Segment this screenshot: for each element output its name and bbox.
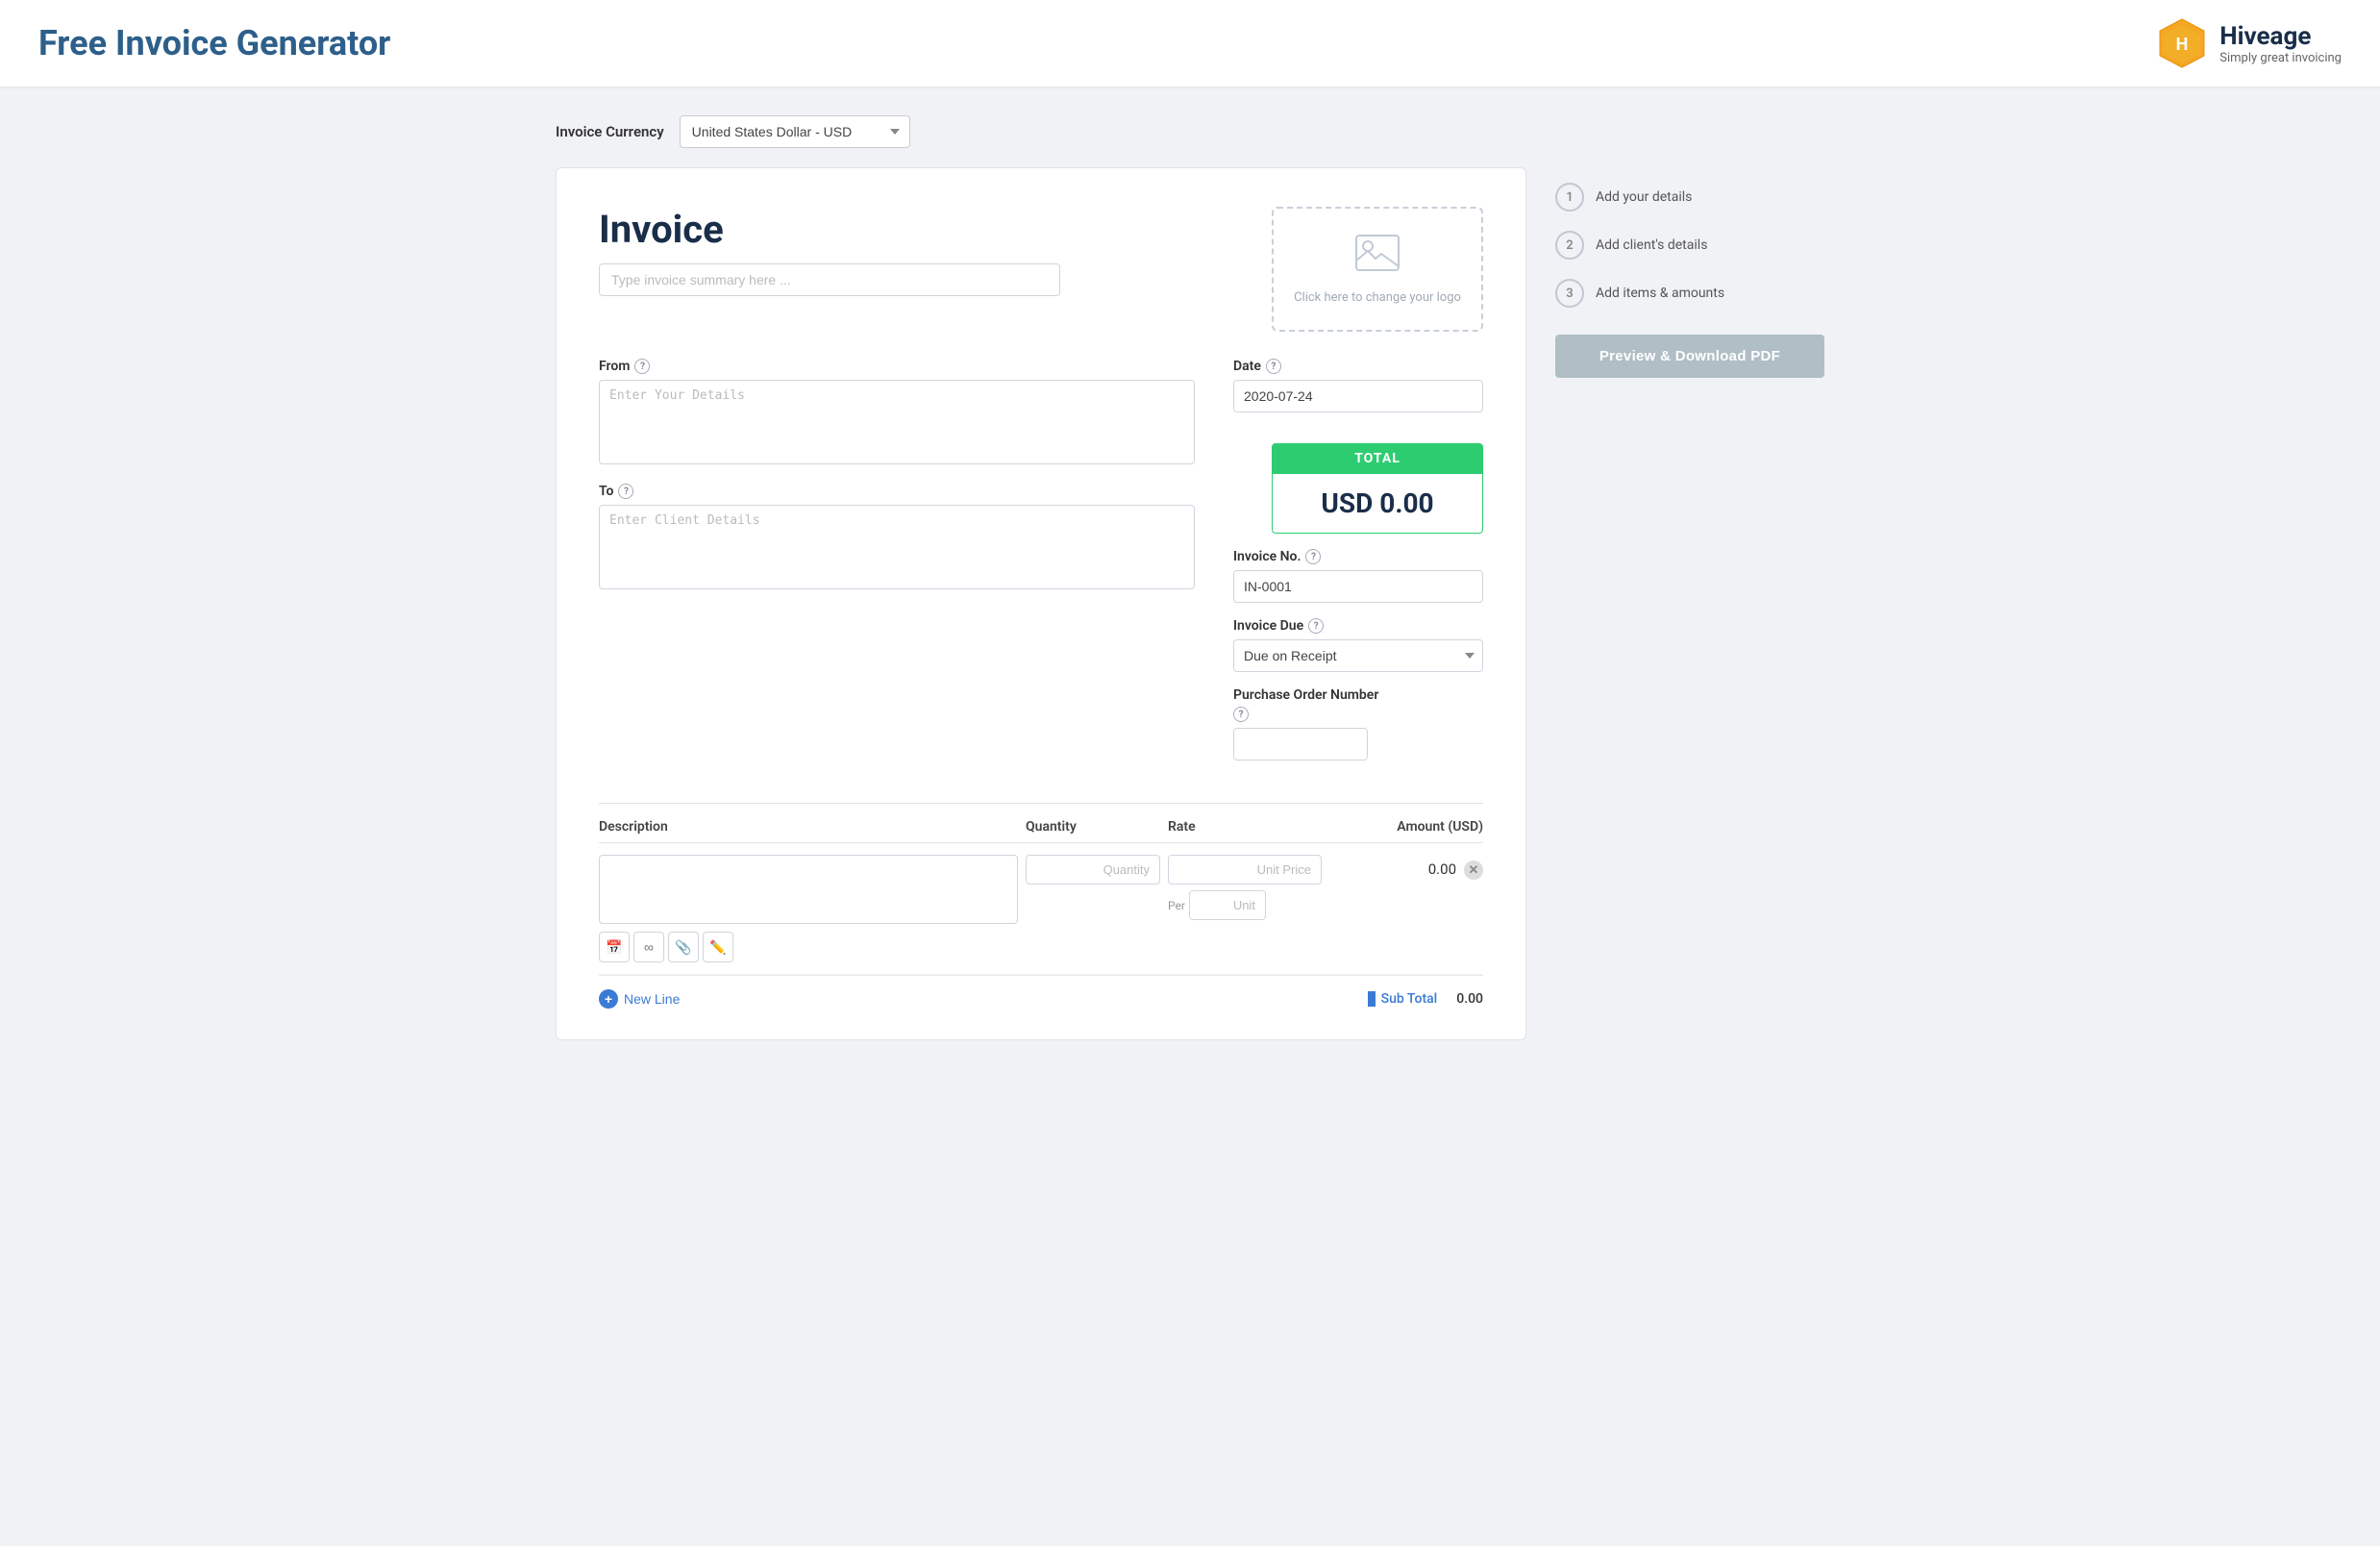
invoice-due-label: Invoice Due ? [1233,618,1483,634]
from-help-icon[interactable]: ? [634,359,650,374]
to-textarea[interactable] [599,505,1195,589]
date-input[interactable] [1233,380,1483,412]
bottom-row: + New Line + Sub Total 0.00 [599,975,1483,1009]
items-section: Description Quantity Rate Amount (USD) 📅… [599,803,1483,1009]
right-fields-section: Date ? TOTAL USD 0.00 Invoice No. ? [1233,359,1483,776]
step-3-circle: 3 [1555,279,1584,308]
sub-total-value: 0.00 [1456,991,1483,1007]
total-header: TOTAL [1272,443,1483,474]
col-amount: Amount (USD) [1329,819,1483,835]
amount-value: 0.00 [1428,860,1456,878]
step-1-circle: 1 [1555,183,1584,212]
po-help-icon[interactable]: ? [1233,707,1249,722]
items-header: Description Quantity Rate Amount (USD) [599,819,1483,843]
attachment-tool-button[interactable]: 📎 [668,932,699,962]
invoice-no-field-group: Invoice No. ? [1233,549,1483,603]
new-line-button[interactable]: + New Line [599,989,680,1009]
invoice-due-help-icon[interactable]: ? [1308,618,1324,634]
unit-input[interactable] [1189,890,1266,920]
page-title: Free Invoice Generator [38,23,390,63]
col-rate: Rate [1168,819,1322,835]
invoice-due-select[interactable]: Due on Receipt Net 15 Net 30 Net 60 Cust… [1233,639,1483,672]
sidebar: 1 Add your details 2 Add client's detail… [1555,115,1824,1040]
sub-total-row: + Sub Total 0.00 [1368,991,1483,1007]
table-row: 📅 ∞ 📎 ✏️ Per [599,843,1483,975]
col-quantity: Quantity [1026,819,1160,835]
brand-logo: H Hiveage Simply great invoicing [2156,17,2342,69]
po-field-group: Purchase Order Number ? [1233,687,1483,761]
total-box: TOTAL USD 0.00 [1272,443,1483,534]
image-icon [1354,234,1401,283]
currency-label: Invoice Currency [556,123,664,140]
content-area: Invoice Currency United States Dollar - … [556,115,1526,1040]
invoice-title: Invoice [599,207,1272,252]
page-header: Free Invoice Generator H Hiveage Simply … [0,0,2380,88]
date-label: Date ? [1233,359,1483,374]
amount-cell: 0.00 ✕ [1329,855,1483,880]
quantity-input[interactable] [1026,855,1160,885]
description-cell: 📅 ∞ 📎 ✏️ [599,855,1018,962]
remove-item-button[interactable]: ✕ [1464,860,1483,880]
calendar-tool-button[interactable]: 📅 [599,932,630,962]
form-grid: From ? To ? [599,359,1483,776]
per-label: Per [1168,899,1185,912]
from-label: From ? [599,359,1195,374]
invoice-no-help-icon[interactable]: ? [1305,549,1321,564]
col-description: Description [599,819,1018,835]
sidebar-step-1: 1 Add your details [1555,183,1824,212]
new-line-plus-icon: + [599,989,618,1009]
po-input[interactable] [1233,728,1368,761]
po-label: Purchase Order Number [1233,687,1483,703]
description-input[interactable] [599,855,1018,924]
invoice-left: Invoice [599,207,1272,296]
rate-cell: Per [1168,855,1322,920]
po-help-row: ? [1233,707,1483,722]
brand-name-area: Hiveage Simply great invoicing [2219,22,2342,65]
from-textarea[interactable] [599,380,1195,464]
to-field-group: To ? [599,484,1195,593]
total-value: USD 0.00 [1272,474,1483,534]
per-unit-row: Per [1168,890,1322,920]
brand-name: Hiveage [2219,22,2342,51]
date-help-icon[interactable]: ? [1266,359,1281,374]
unit-price-input[interactable] [1168,855,1322,885]
items-divider [599,803,1483,804]
from-to-section: From ? To ? [599,359,1195,776]
svg-text:H: H [2176,35,2189,55]
invoice-header-row: Invoice Click here to change your logo [599,207,1483,332]
new-line-label: New Line [624,991,680,1007]
step-2-circle: 2 [1555,231,1584,260]
invoice-due-field-group: Invoice Due ? Due on Receipt Net 15 Net … [1233,618,1483,672]
item-tools: 📅 ∞ 📎 ✏️ [599,932,1018,962]
logo-upload-text: Click here to change your logo [1286,290,1469,305]
to-help-icon[interactable]: ? [618,484,633,499]
logo-upload-area[interactable]: Click here to change your logo [1272,207,1483,332]
from-field-group: From ? [599,359,1195,468]
quantity-cell [1026,855,1160,885]
link-tool-button[interactable]: ∞ [633,932,664,962]
sub-total-plus-icon: + [1368,991,1376,1007]
invoice-card: Invoice Click here to change your logo [556,167,1526,1040]
tag-tool-button[interactable]: ✏️ [703,932,733,962]
sub-total-label: + Sub Total [1368,991,1437,1007]
sidebar-step-2: 2 Add client's details [1555,231,1824,260]
date-field-group: Date ? [1233,359,1483,412]
invoice-summary-input[interactable] [599,263,1060,296]
invoice-no-input[interactable] [1233,570,1483,603]
preview-download-pdf-button[interactable]: Preview & Download PDF [1555,335,1824,378]
to-label: To ? [599,484,1195,499]
sidebar-step-3: 3 Add items & amounts [1555,279,1824,308]
brand-tagline: Simply great invoicing [2219,51,2342,65]
step-2-label: Add client's details [1596,237,1707,253]
currency-select[interactable]: United States Dollar - USD Euro - EUR Br… [680,115,910,148]
hiveage-logo-icon: H [2156,17,2208,69]
currency-row: Invoice Currency United States Dollar - … [556,115,1526,148]
step-1-label: Add your details [1596,189,1692,205]
main-container: Invoice Currency United States Dollar - … [517,88,1863,1067]
step-3-label: Add items & amounts [1596,286,1724,301]
invoice-no-label: Invoice No. ? [1233,549,1483,564]
